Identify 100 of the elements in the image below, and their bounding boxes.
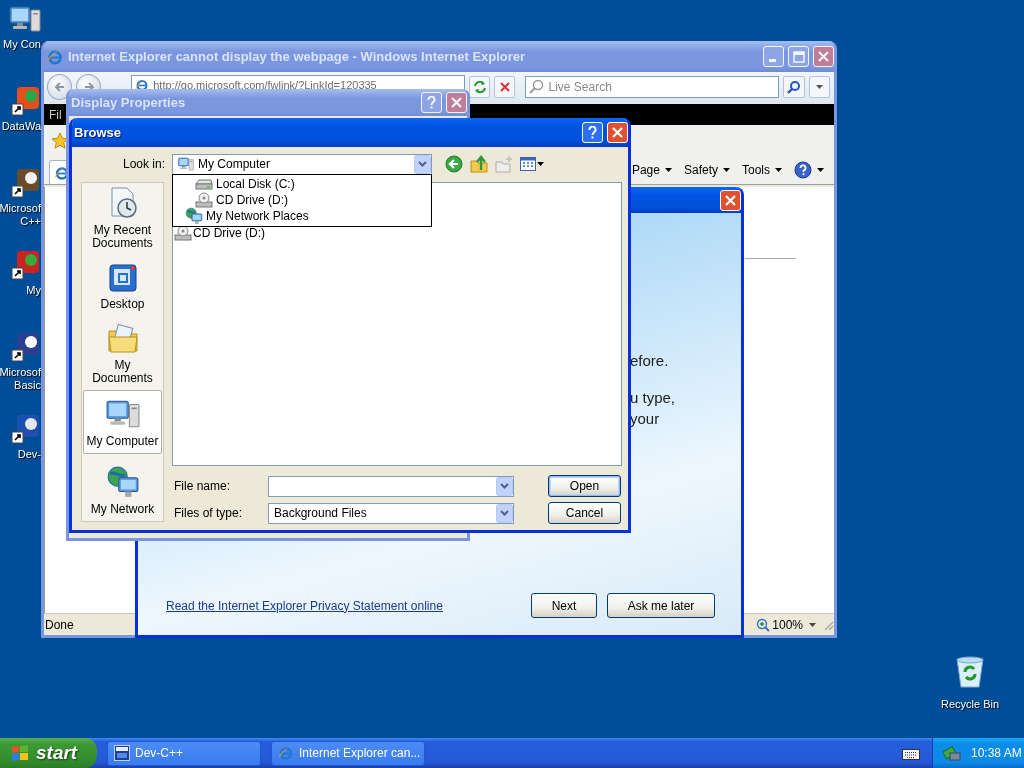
minimize-button[interactable] bbox=[763, 46, 784, 67]
folder-icon bbox=[106, 323, 139, 355]
ie-icon bbox=[278, 745, 294, 761]
chevron-icon bbox=[496, 503, 513, 523]
desktop-icon-label[interactable]: Recycle Bin bbox=[940, 698, 1000, 711]
close-icon bbox=[612, 127, 623, 138]
up-folder-button[interactable] bbox=[470, 155, 488, 173]
app-shortcut-icon bbox=[9, 249, 41, 281]
body-text: your bbox=[630, 409, 661, 429]
cd-drive-icon bbox=[174, 225, 192, 241]
search-icon bbox=[528, 78, 545, 95]
zoom-dropdown[interactable] bbox=[809, 622, 816, 627]
places-item[interactable]: My Computer bbox=[83, 390, 162, 454]
file-name-field[interactable] bbox=[268, 475, 514, 497]
caret-icon bbox=[815, 84, 823, 89]
search-icon bbox=[787, 79, 802, 94]
app-shortcut-icon bbox=[9, 331, 41, 363]
search-button[interactable] bbox=[783, 75, 805, 98]
dialog-button[interactable]: Ask me later bbox=[607, 593, 715, 618]
app-shortcut-icon bbox=[9, 167, 41, 199]
caret-icon bbox=[723, 168, 730, 172]
search-field[interactable]: Live Search bbox=[525, 75, 780, 98]
app-icon bbox=[114, 745, 130, 761]
desktop-icon-label[interactable]: DataWa bbox=[1, 120, 41, 133]
views-button[interactable] bbox=[520, 157, 544, 171]
refresh-icon bbox=[472, 79, 487, 94]
app-shortcut-icon bbox=[9, 85, 41, 117]
command-menu[interactable]: Tools bbox=[742, 158, 782, 182]
help-menu[interactable] bbox=[794, 158, 824, 182]
back-button[interactable] bbox=[47, 73, 73, 100]
stop-button[interactable] bbox=[494, 75, 516, 98]
open-button[interactable]: Open bbox=[548, 475, 621, 497]
network-icon bbox=[105, 464, 140, 499]
desktop-icon-label[interactable]: My bbox=[26, 284, 41, 297]
chevron-icon bbox=[414, 154, 431, 174]
menu-item[interactable]: Fil bbox=[49, 107, 62, 122]
star-icon bbox=[51, 131, 69, 150]
up-folder-icon bbox=[470, 155, 488, 173]
maximize-button[interactable] bbox=[788, 46, 809, 67]
network-icon bbox=[185, 206, 203, 225]
taskbar-button[interactable]: Internet Explorer can... bbox=[271, 740, 425, 766]
caret-icon bbox=[664, 168, 672, 172]
zoom-button[interactable]: 100% bbox=[756, 617, 803, 632]
file-type-dropdown[interactable]: Background Files bbox=[268, 502, 514, 524]
command-menu[interactable]: Safety bbox=[683, 158, 730, 182]
clock: 10:38 AM bbox=[971, 746, 1022, 760]
places-item[interactable]: My Recent Documents bbox=[83, 186, 162, 250]
search-options-button[interactable] bbox=[808, 75, 830, 98]
help-icon bbox=[588, 126, 597, 139]
window-title: Internet Explorer cannot display the webpage - Windows Internet Explorer bbox=[68, 49, 526, 64]
body-text: efore. bbox=[630, 351, 670, 371]
dropdown-option[interactable]: Local Disk (C:) bbox=[173, 175, 431, 192]
close-icon bbox=[451, 97, 462, 108]
close-button[interactable] bbox=[720, 189, 741, 211]
zoom-icon bbox=[756, 617, 771, 632]
places-item[interactable]: My Network bbox=[83, 458, 162, 521]
refresh-button[interactable] bbox=[468, 75, 491, 98]
desktop-icon-label[interactable]: My Con bbox=[3, 38, 41, 51]
window-title: Display Properties bbox=[71, 95, 186, 110]
cd-drive-icon bbox=[195, 191, 213, 208]
places-item[interactable]: My Documents bbox=[83, 322, 162, 386]
recycle-bin-icon bbox=[953, 655, 987, 689]
file-list-item[interactable]: CD Drive (D:) bbox=[174, 225, 265, 241]
back-button[interactable] bbox=[445, 155, 463, 173]
desktop-icon-label[interactable]: Microsof Basic bbox=[0, 366, 41, 392]
caret-icon bbox=[537, 162, 544, 166]
resize-grip-icon bbox=[822, 618, 834, 631]
field-label: Files of type: bbox=[173, 506, 244, 520]
computer-icon bbox=[178, 156, 194, 172]
desktop-icon-label[interactable]: Dev- bbox=[17, 448, 41, 461]
help-icon bbox=[794, 161, 812, 179]
taskbar-button[interactable]: Dev-C++ bbox=[107, 740, 261, 766]
desktop-icon-label[interactable]: Microsof C++ bbox=[0, 202, 41, 228]
close-button[interactable] bbox=[607, 122, 628, 143]
computer-icon bbox=[9, 3, 41, 35]
close-icon bbox=[725, 194, 736, 206]
caret-icon bbox=[775, 168, 782, 172]
dropdown-option[interactable]: CD Drive (D:) bbox=[173, 191, 431, 208]
start-button[interactable]: start bbox=[0, 738, 97, 768]
help-button[interactable] bbox=[421, 92, 442, 113]
close-button[interactable] bbox=[813, 46, 834, 67]
help-icon bbox=[427, 96, 436, 109]
dialog-button[interactable]: Next bbox=[531, 593, 597, 618]
caret-icon bbox=[809, 622, 816, 627]
privacy-link[interactable]: Read the Internet Explorer Privacy Statement online bbox=[166, 598, 443, 613]
maximize-icon bbox=[792, 50, 805, 63]
close-button[interactable] bbox=[446, 92, 467, 113]
back-arrow-icon bbox=[53, 80, 66, 93]
window-title: Browse bbox=[74, 125, 121, 140]
app-shortcut-icon bbox=[9, 413, 41, 445]
stop-icon bbox=[498, 80, 511, 93]
dropdown-option[interactable]: My Network Places bbox=[173, 207, 431, 224]
help-button[interactable] bbox=[582, 122, 603, 143]
grid-view-icon bbox=[520, 157, 536, 171]
command-menu[interactable]: Page bbox=[631, 158, 672, 182]
desktop-icon bbox=[106, 261, 139, 294]
ie-icon bbox=[46, 47, 64, 66]
field-label: File name: bbox=[173, 479, 232, 493]
cancel-button[interactable]: Cancel bbox=[548, 502, 621, 524]
places-item[interactable]: Desktop bbox=[83, 254, 162, 318]
